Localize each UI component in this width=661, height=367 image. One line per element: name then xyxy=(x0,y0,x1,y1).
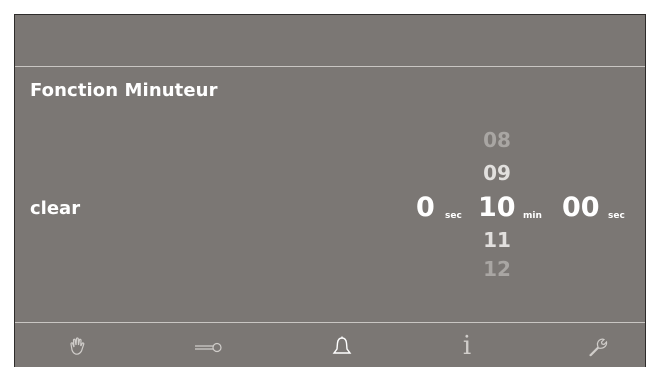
seconds2-unit-label: sec xyxy=(608,211,625,221)
minutes-roller-far-below[interactable]: 12 xyxy=(477,258,517,280)
seconds-value[interactable]: 0 xyxy=(416,193,435,223)
minutes-roller-far-above[interactable]: 08 xyxy=(477,129,517,151)
bell-icon[interactable] xyxy=(326,332,358,362)
wrench-icon[interactable] xyxy=(581,332,613,362)
seconds-unit-label: sec xyxy=(445,211,462,221)
minutes-roller-above[interactable]: 09 xyxy=(477,162,517,184)
info-icon[interactable]: i xyxy=(451,331,483,361)
clear-button[interactable]: clear xyxy=(30,198,80,219)
seconds2-value[interactable]: 00 xyxy=(562,193,600,223)
bottom-divider xyxy=(15,322,645,323)
page-title: Fonction Minuteur xyxy=(30,80,218,101)
minutes-unit-label: min xyxy=(523,211,542,221)
top-divider xyxy=(15,66,645,67)
minutes-roller-below[interactable]: 11 xyxy=(477,229,517,251)
hand-icon[interactable] xyxy=(62,332,94,362)
key-icon[interactable] xyxy=(193,332,225,362)
oven-display-screen: Fonction Minuteur clear 0 sec 08 09 10 m… xyxy=(14,14,646,367)
minutes-value[interactable]: 10 xyxy=(478,193,516,223)
